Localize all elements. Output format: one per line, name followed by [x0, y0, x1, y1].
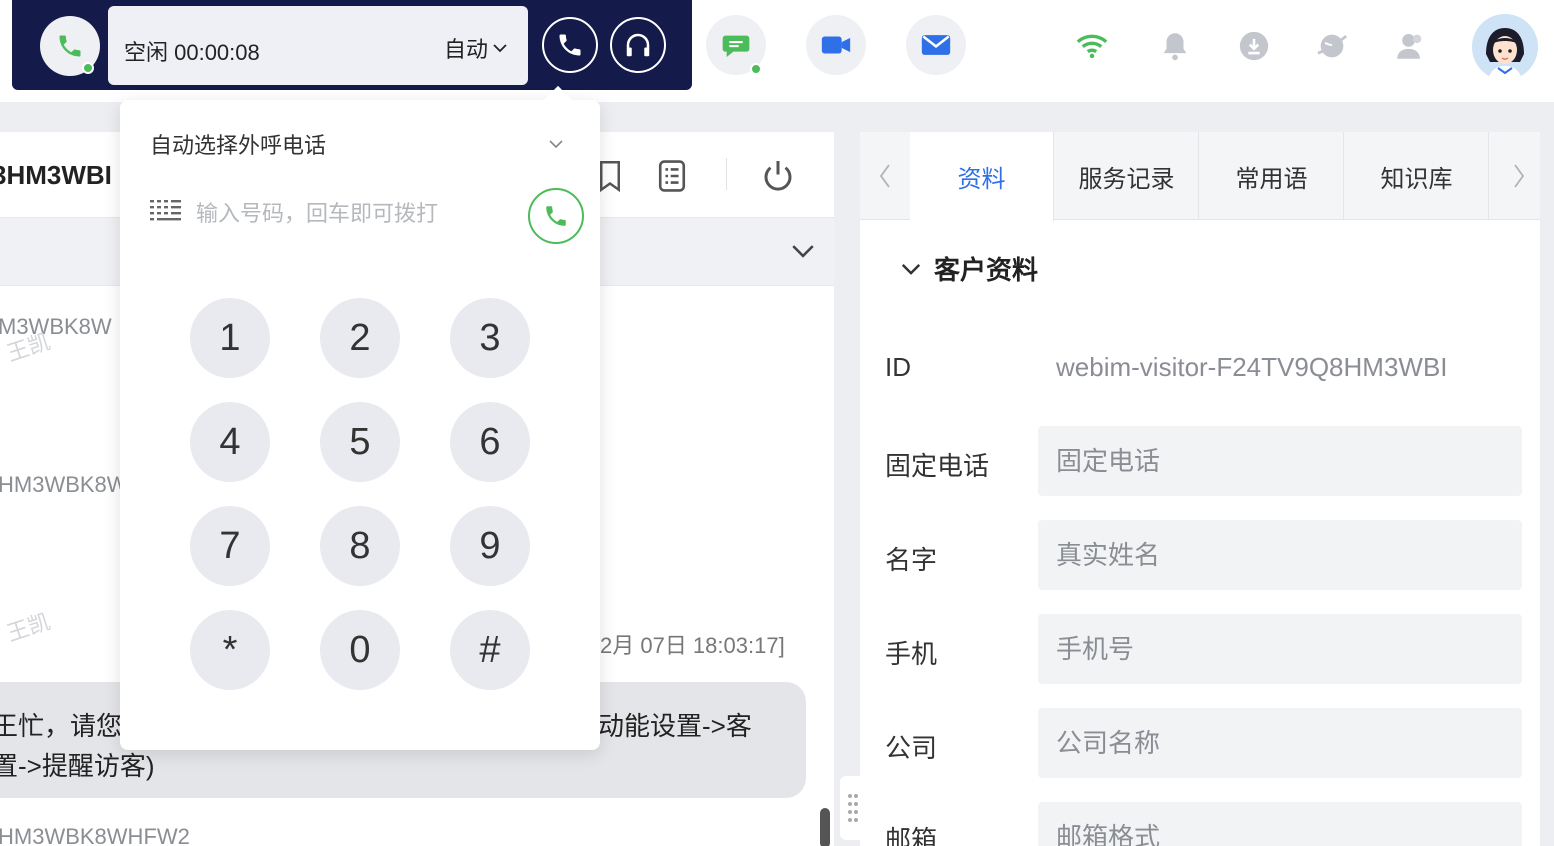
- planet-icon: [1317, 34, 1348, 58]
- chat-button[interactable]: [706, 15, 766, 75]
- dial-button[interactable]: [542, 17, 598, 73]
- tab-scroll-right[interactable]: [1494, 132, 1544, 220]
- user-icon: [1397, 33, 1422, 59]
- visitor-id-value: webim-visitor-F24TV9Q8HM3WBI: [1056, 352, 1448, 382]
- chevron-down-icon: [493, 44, 507, 53]
- customer-info-panel: 资料 服务记录 常用语 知识库 客户资料 ID webim-visitor-F2…: [860, 132, 1540, 846]
- mail-button[interactable]: [906, 15, 966, 75]
- keypad-key-7[interactable]: 7: [190, 506, 270, 586]
- chevron-down-icon: [792, 245, 814, 258]
- notifications-button[interactable]: [1157, 28, 1193, 64]
- download-icon: [1239, 31, 1269, 61]
- landline-field-box: [1038, 426, 1522, 496]
- tab-knowledge-base[interactable]: 知识库: [1345, 132, 1489, 220]
- mode-dropdown[interactable]: 自动: [444, 32, 508, 64]
- message-text-line: 动能设置->客: [598, 711, 752, 741]
- visitor-title: 3HM3WBI: [0, 160, 112, 190]
- message-timestamp: 2月 07日 18:03:17]: [600, 633, 785, 658]
- mobile-label: 手机: [885, 639, 938, 669]
- video-button[interactable]: [806, 15, 866, 75]
- id-label: ID: [885, 352, 911, 382]
- name-label: 名字: [885, 545, 938, 575]
- headset-button[interactable]: [610, 17, 666, 73]
- keypad-key-hash[interactable]: #: [450, 610, 530, 690]
- chevron-down-icon: [901, 263, 921, 275]
- landline-label: 固定电话: [885, 451, 990, 481]
- chevron-left-icon: [879, 164, 890, 188]
- keypad-key-3[interactable]: 3: [450, 298, 530, 378]
- chat-online-dot: [750, 63, 762, 75]
- tab-scroll-left[interactable]: [860, 132, 910, 220]
- headset-icon: [626, 33, 650, 57]
- tab-bar: 资料 服务记录 常用语 知识库: [860, 132, 1540, 221]
- call-status-box[interactable]: 空闲 00:00:08 自动: [108, 6, 528, 85]
- online-status-dot: [82, 62, 94, 74]
- chat-icon: [722, 35, 750, 57]
- keypad-icon: [150, 200, 181, 221]
- keypad-key-2[interactable]: 2: [320, 298, 400, 378]
- call-status-text: 空闲 00:00:08: [124, 40, 260, 65]
- message-text-line: 王忙，请您: [0, 711, 123, 741]
- network-status[interactable]: [1074, 28, 1110, 64]
- chevron-right-icon: [1514, 164, 1525, 188]
- planet-button[interactable]: [1314, 28, 1350, 64]
- message-text-line: 置->提醒访客): [0, 751, 155, 781]
- customer-section-toggle[interactable]: 客户资料: [900, 250, 1038, 287]
- email-label: 邮箱: [885, 825, 938, 846]
- tab-common-phrases[interactable]: 常用语: [1200, 132, 1344, 220]
- keypad-key-9[interactable]: 9: [450, 506, 530, 586]
- header-divider: [726, 158, 727, 190]
- email-field-box: [1038, 802, 1522, 846]
- keypad-key-star[interactable]: *: [190, 610, 270, 690]
- keypad-key-4[interactable]: 4: [190, 402, 270, 482]
- tab-profile[interactable]: 资料: [910, 132, 1054, 221]
- company-label: 公司: [885, 733, 938, 763]
- keypad-key-8[interactable]: 8: [320, 506, 400, 586]
- keypad-key-0[interactable]: 0: [320, 610, 400, 690]
- name-field-box: [1038, 520, 1522, 590]
- download-button[interactable]: [1236, 28, 1272, 64]
- phone-icon: [546, 206, 566, 226]
- top-bar: 空闲 00:00:08 自动: [0, 0, 1554, 102]
- mail-icon: [921, 35, 951, 55]
- outbound-line-select[interactable]: 自动选择外呼电话: [150, 128, 326, 160]
- keypad-key-6[interactable]: 6: [450, 402, 530, 482]
- mobile-field-box: [1038, 614, 1522, 684]
- phone-icon: [59, 35, 81, 57]
- video-icon: [821, 36, 851, 54]
- phone-number-input[interactable]: [196, 194, 516, 234]
- keypad-key-5[interactable]: 5: [320, 402, 400, 482]
- section-title: 客户资料: [934, 255, 1039, 285]
- message-id: HM3WBK8W: [0, 472, 128, 497]
- call-control-bar: 空闲 00:00:08 自动: [12, 0, 692, 90]
- avatar-icon: [1472, 14, 1538, 80]
- chevron-down-icon: [549, 140, 563, 149]
- phone-icon: [559, 34, 581, 56]
- name-input[interactable]: [1038, 520, 1522, 590]
- landline-input[interactable]: [1038, 426, 1522, 496]
- keypad-key-1[interactable]: 1: [190, 298, 270, 378]
- dialer-popup: 自动选择外呼电话 1 2 3 4 5 6 7 8 9 * 0 #: [120, 85, 600, 750]
- mobile-input[interactable]: [1038, 614, 1522, 684]
- mode-label: 自动: [443, 37, 488, 62]
- company-field-box: [1038, 708, 1522, 778]
- message-id: HM3WBK8WHFW2: [0, 824, 190, 846]
- avatar[interactable]: [1472, 14, 1538, 80]
- power-icon: [764, 161, 792, 191]
- scrollbar-thumb[interactable]: [820, 808, 830, 846]
- bell-icon: [1163, 33, 1187, 61]
- drag-handle-icon: [848, 794, 858, 822]
- list-icon: [658, 160, 686, 192]
- end-session-button[interactable]: [758, 156, 798, 196]
- contacts-button[interactable]: [1392, 28, 1428, 64]
- email-input[interactable]: [1038, 802, 1522, 846]
- wifi-icon: [1076, 34, 1108, 59]
- dial-call-button[interactable]: [528, 188, 584, 244]
- agent-phone-button[interactable]: [40, 16, 100, 76]
- company-input[interactable]: [1038, 708, 1522, 778]
- notes-button[interactable]: [652, 156, 692, 196]
- tab-service-records[interactable]: 服务记录: [1055, 132, 1199, 220]
- watermark: 王凯: [3, 608, 54, 647]
